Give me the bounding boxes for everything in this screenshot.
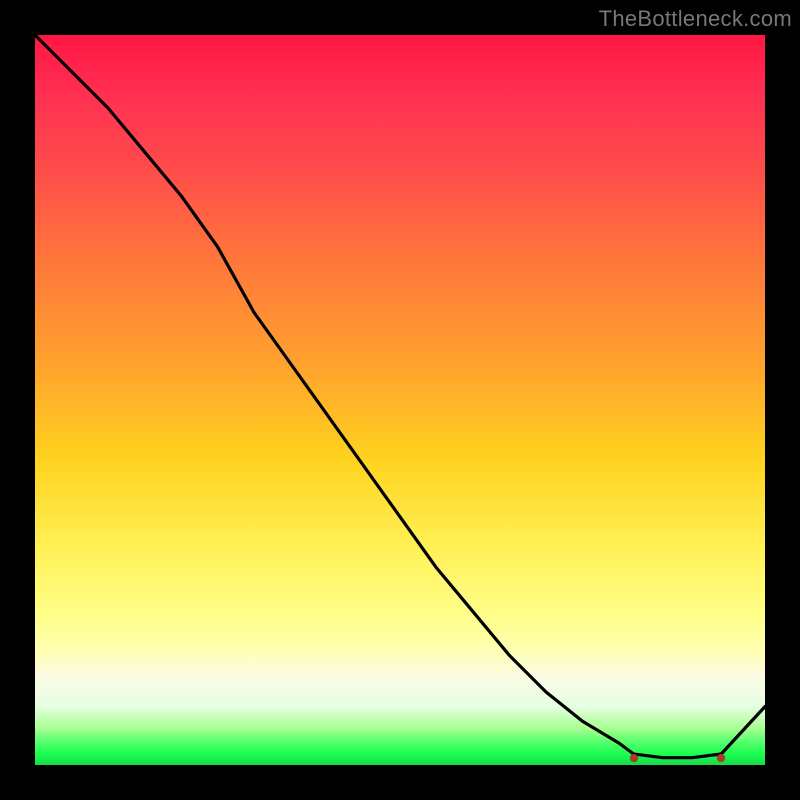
flat-region-start-dot xyxy=(630,754,638,762)
attribution-label: TheBottleneck.com xyxy=(599,6,792,32)
plot-area xyxy=(35,35,765,765)
chart-stage: TheBottleneck.com xyxy=(0,0,800,800)
chart-overlay xyxy=(35,35,765,765)
flat-region-end-dot xyxy=(717,754,725,762)
bottleneck-curve xyxy=(35,35,765,758)
